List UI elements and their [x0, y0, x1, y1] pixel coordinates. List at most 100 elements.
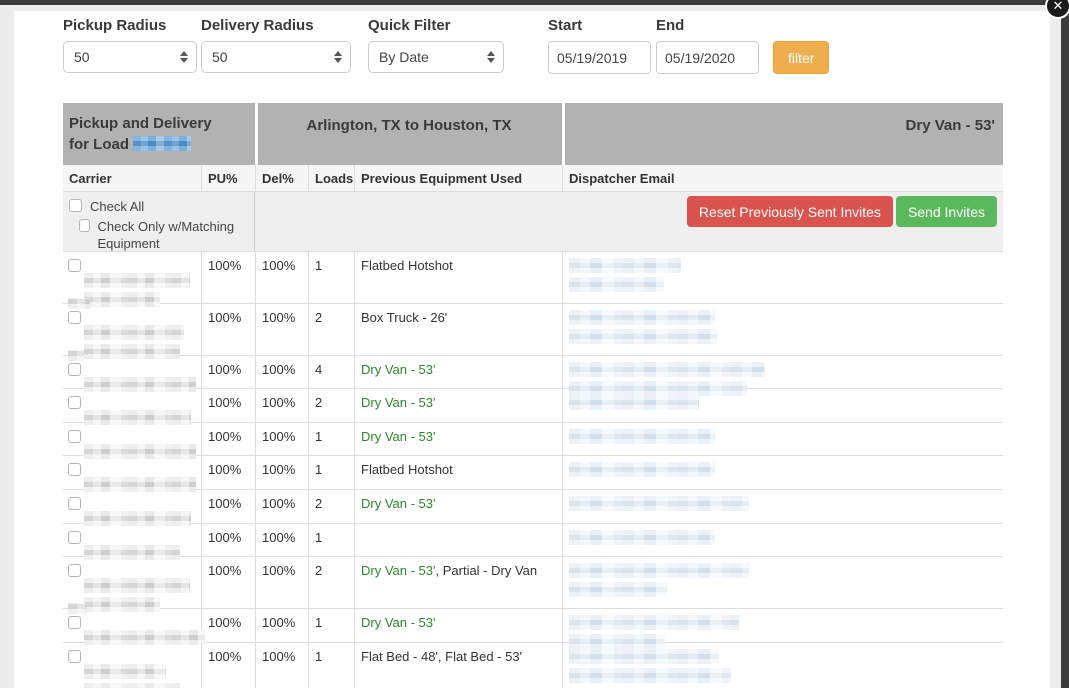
del-cell: 100%: [256, 252, 309, 303]
equipment-cell: Dry Van - 53': [355, 423, 563, 455]
email-blur-line: [569, 615, 739, 630]
modal-overlay-right-edge: [1061, 0, 1069, 688]
table-row: 100% 100% 1 Flatbed Hotshot: [63, 252, 1003, 304]
row-checkbox[interactable]: [68, 564, 81, 577]
row-checkbox[interactable]: [68, 497, 81, 510]
equipment-cell: Dry Van - 53': [355, 490, 563, 523]
equipment-cell: Dry Van - 53', Partial - Dry Van: [355, 557, 563, 608]
dispatcher-email-redacted: [563, 252, 1003, 303]
check-all-checkbox[interactable]: [69, 199, 82, 212]
invite-buttons: Reset Previously Sent Invites Send Invit…: [255, 192, 1003, 251]
del-cell: 100%: [256, 356, 309, 388]
filter-button[interactable]: filter: [773, 41, 829, 74]
row-checkbox[interactable]: [68, 430, 81, 443]
table-column-header: Carrier PU% Del% Loads Previous Equipmen…: [63, 165, 1003, 192]
equipment-needed-cell: Dry Van - 53': [565, 103, 1003, 165]
table-row: 100% 100% 1 Dry Van - 53': [63, 423, 1003, 456]
row-checkbox[interactable]: [68, 311, 81, 324]
end-date-input[interactable]: [656, 41, 759, 74]
table-row: 100% 100% 2 Dry Van - 53', Partial - Dry…: [63, 557, 1003, 609]
dispatcher-email-redacted: [563, 423, 1003, 455]
pu-cell: 100%: [202, 356, 256, 388]
equipment-text: Dry Van - 53': [361, 362, 436, 377]
del-cell: 100%: [256, 423, 309, 455]
loads-cell: 1: [309, 252, 355, 303]
pu-cell: 100%: [202, 643, 256, 688]
equipment-text: Dry Van - 53': [361, 395, 436, 410]
carrier-cell: [63, 643, 202, 688]
delivery-radius-label: Delivery Radius: [201, 17, 351, 34]
del-cell: 100%: [256, 643, 309, 688]
loads-cell: 1: [309, 423, 355, 455]
quick-filter-select[interactable]: By Date: [368, 41, 504, 73]
modal-overlay-top-edge: [0, 0, 1069, 5]
row-checkbox[interactable]: [68, 650, 81, 663]
loads-cell: 1: [309, 456, 355, 489]
chevron-updown-icon: [487, 51, 495, 63]
col-pu: PU%: [202, 165, 256, 191]
row-checkbox[interactable]: [68, 463, 81, 476]
pickup-radius-select[interactable]: 50: [63, 41, 197, 73]
reset-invites-button[interactable]: Reset Previously Sent Invites: [687, 196, 893, 227]
loads-cell: 2: [309, 557, 355, 608]
email-blur-line: [569, 277, 664, 292]
equipment-text: Dry Van - 53': [361, 615, 436, 630]
send-invites-button[interactable]: Send Invites: [896, 196, 997, 227]
delivery-radius-group: Delivery Radius 50: [201, 17, 351, 73]
delivery-radius-select[interactable]: 50: [201, 41, 351, 73]
equipment-text: Dry Van - 53': [361, 563, 436, 578]
carrier-blur-line: [84, 325, 184, 340]
start-date-group: Start: [548, 17, 651, 74]
start-date-input[interactable]: [548, 41, 651, 74]
del-cell: 100%: [256, 609, 309, 642]
pickup-radius-label: Pickup Radius: [63, 17, 197, 34]
loads-cell: 1: [309, 524, 355, 556]
col-equipment: Previous Equipment Used: [355, 165, 563, 191]
check-all-label: Check All: [90, 199, 144, 216]
row-checkbox[interactable]: [68, 616, 81, 629]
pu-cell: 100%: [202, 524, 256, 556]
carrier-blur-line: [84, 683, 180, 688]
loads-cell: 2: [309, 389, 355, 422]
equipment-cell: Flat Bed - 48', Flat Bed - 53': [355, 643, 563, 688]
carrier-blur-line: [84, 664, 166, 679]
table-row: 100% 100% 2 Dry Van - 53': [63, 490, 1003, 524]
load-id-redacted: [133, 136, 191, 151]
row-checkbox[interactable]: [68, 531, 81, 544]
row-checkbox[interactable]: [68, 363, 81, 376]
email-blur-line: [569, 395, 699, 410]
col-del: Del%: [256, 165, 309, 191]
quick-filter-value: By Date: [379, 49, 429, 65]
loads-cell: 2: [309, 490, 355, 523]
table-row: 100% 100% 1 Dry Van - 53': [63, 609, 1003, 643]
table-row: 100% 100% 1: [63, 524, 1003, 557]
carrier-cell: [63, 304, 202, 355]
table-row: 100% 100% 2 Box Truck - 26': [63, 304, 1003, 356]
email-blur-line: [569, 649, 719, 664]
pickup-radius-group: Pickup Radius 50: [63, 17, 197, 73]
load-title-line1: Pickup and Delivery: [69, 115, 212, 132]
filter-bar: Pickup Radius 50 Delivery Radius 50 Quic…: [63, 17, 1003, 83]
quick-filter-group: Quick Filter By Date: [368, 17, 504, 73]
row-checkbox[interactable]: [68, 396, 81, 409]
carrier-cell: [63, 524, 202, 556]
load-title-cell: Pickup and Delivery for Load: [63, 103, 255, 165]
del-cell: 100%: [256, 490, 309, 523]
route-cell: Arlington, TX to Houston, TX: [258, 103, 562, 165]
check-matching-checkbox[interactable]: [79, 219, 90, 232]
row-checkbox[interactable]: [68, 259, 81, 272]
carrier-cell: [63, 423, 202, 455]
chevron-updown-icon: [180, 51, 188, 63]
dispatcher-email-redacted: [563, 490, 1003, 523]
pu-cell: 100%: [202, 456, 256, 489]
carrier-blur-line: [84, 273, 190, 288]
pu-cell: 100%: [202, 389, 256, 422]
carrier-cell: [63, 456, 202, 489]
dispatcher-email-redacted: [563, 643, 1003, 688]
equipment-text: Flatbed Hotshot: [361, 258, 453, 273]
equipment-text: Flat Bed - 48', Flat Bed - 53': [361, 649, 522, 664]
equipment-text: Dry Van - 53': [361, 429, 436, 444]
table-row: 100% 100% 1 Flatbed Hotshot: [63, 456, 1003, 490]
email-blur-line: [569, 362, 765, 377]
chevron-updown-icon: [334, 51, 342, 63]
